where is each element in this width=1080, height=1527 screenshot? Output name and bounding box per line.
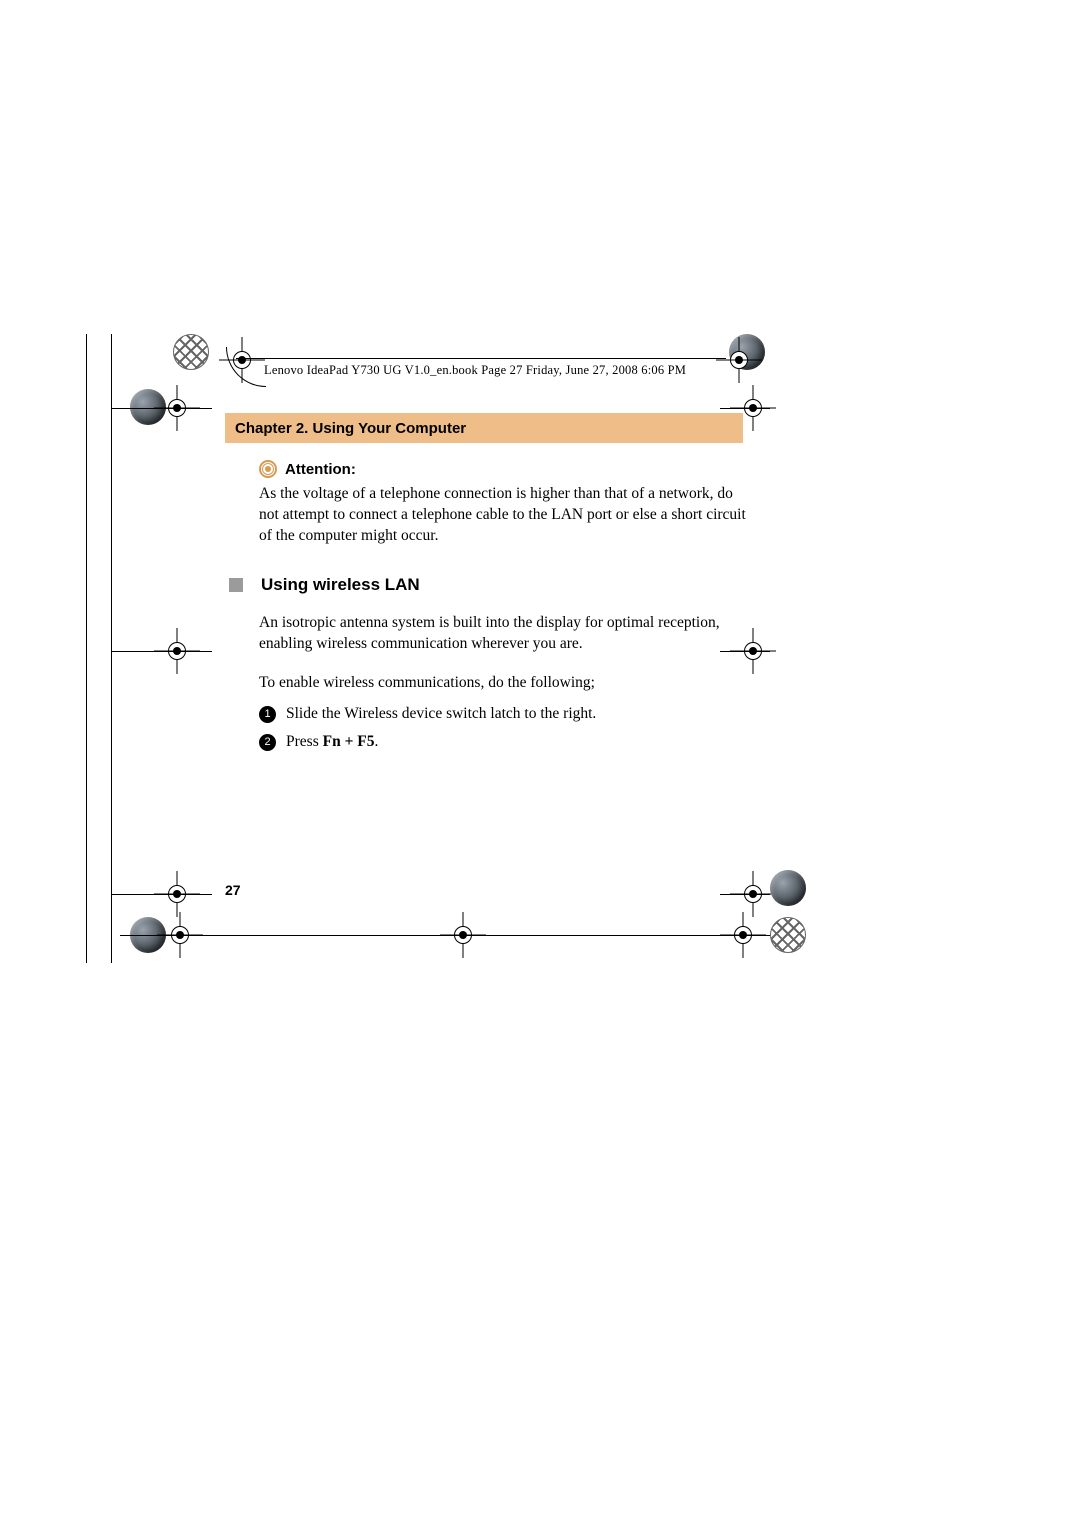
registration-mark-sphere [770,870,806,906]
section-heading: Using wireless LAN [229,575,753,595]
section-intro: An isotropic antenna system is built int… [259,613,753,655]
page-number: 27 [225,882,241,898]
section-title: Using wireless LAN [261,575,420,595]
header-rule [236,358,726,359]
chapter-heading-band: Chapter 2. Using Your Computer [225,413,743,443]
attention-heading: Attention: [259,460,753,478]
step-list: 1 Slide the Wireless device switch latch… [259,704,753,754]
section-square-icon [229,578,243,592]
step-text: Slide the Wireless device switch latch t… [286,704,596,725]
attention-icon [259,460,277,478]
step-text-suffix: . [375,733,379,750]
step-item: 1 Slide the Wireless device switch latch… [259,704,753,725]
step-text-keys: Fn + F5 [323,733,375,750]
page: Lenovo IdeaPad Y730 UG V1.0_en.book Page… [0,0,1080,1527]
header-corner-arc [226,347,266,387]
registration-mark-hatched [770,917,806,953]
crop-line [120,935,770,936]
crop-line [112,408,212,409]
chapter-title: Chapter 2. Using Your Computer [235,420,466,437]
step-item: 2 Press Fn + F5. [259,732,753,753]
crop-line [112,651,212,652]
content-area: Attention: As the voltage of a telephone… [259,460,753,761]
crop-line [720,408,770,409]
step-number-badge: 2 [259,734,276,751]
crop-line [112,894,212,895]
book-header-line: Lenovo IdeaPad Y730 UG V1.0_en.book Page… [264,363,686,378]
attention-label: Attention: [285,461,356,478]
registration-mark-hatched [173,334,209,370]
crop-line [720,894,770,895]
attention-body: As the voltage of a telephone connection… [259,484,753,547]
crop-line [111,334,112,963]
step-text-prefix: Press [286,733,323,750]
section-lead: To enable wireless communications, do th… [259,673,753,694]
crop-line [86,334,87,963]
step-text: Press Fn + F5. [286,732,378,753]
step-number-badge: 1 [259,706,276,723]
registration-crosshair [726,347,752,373]
